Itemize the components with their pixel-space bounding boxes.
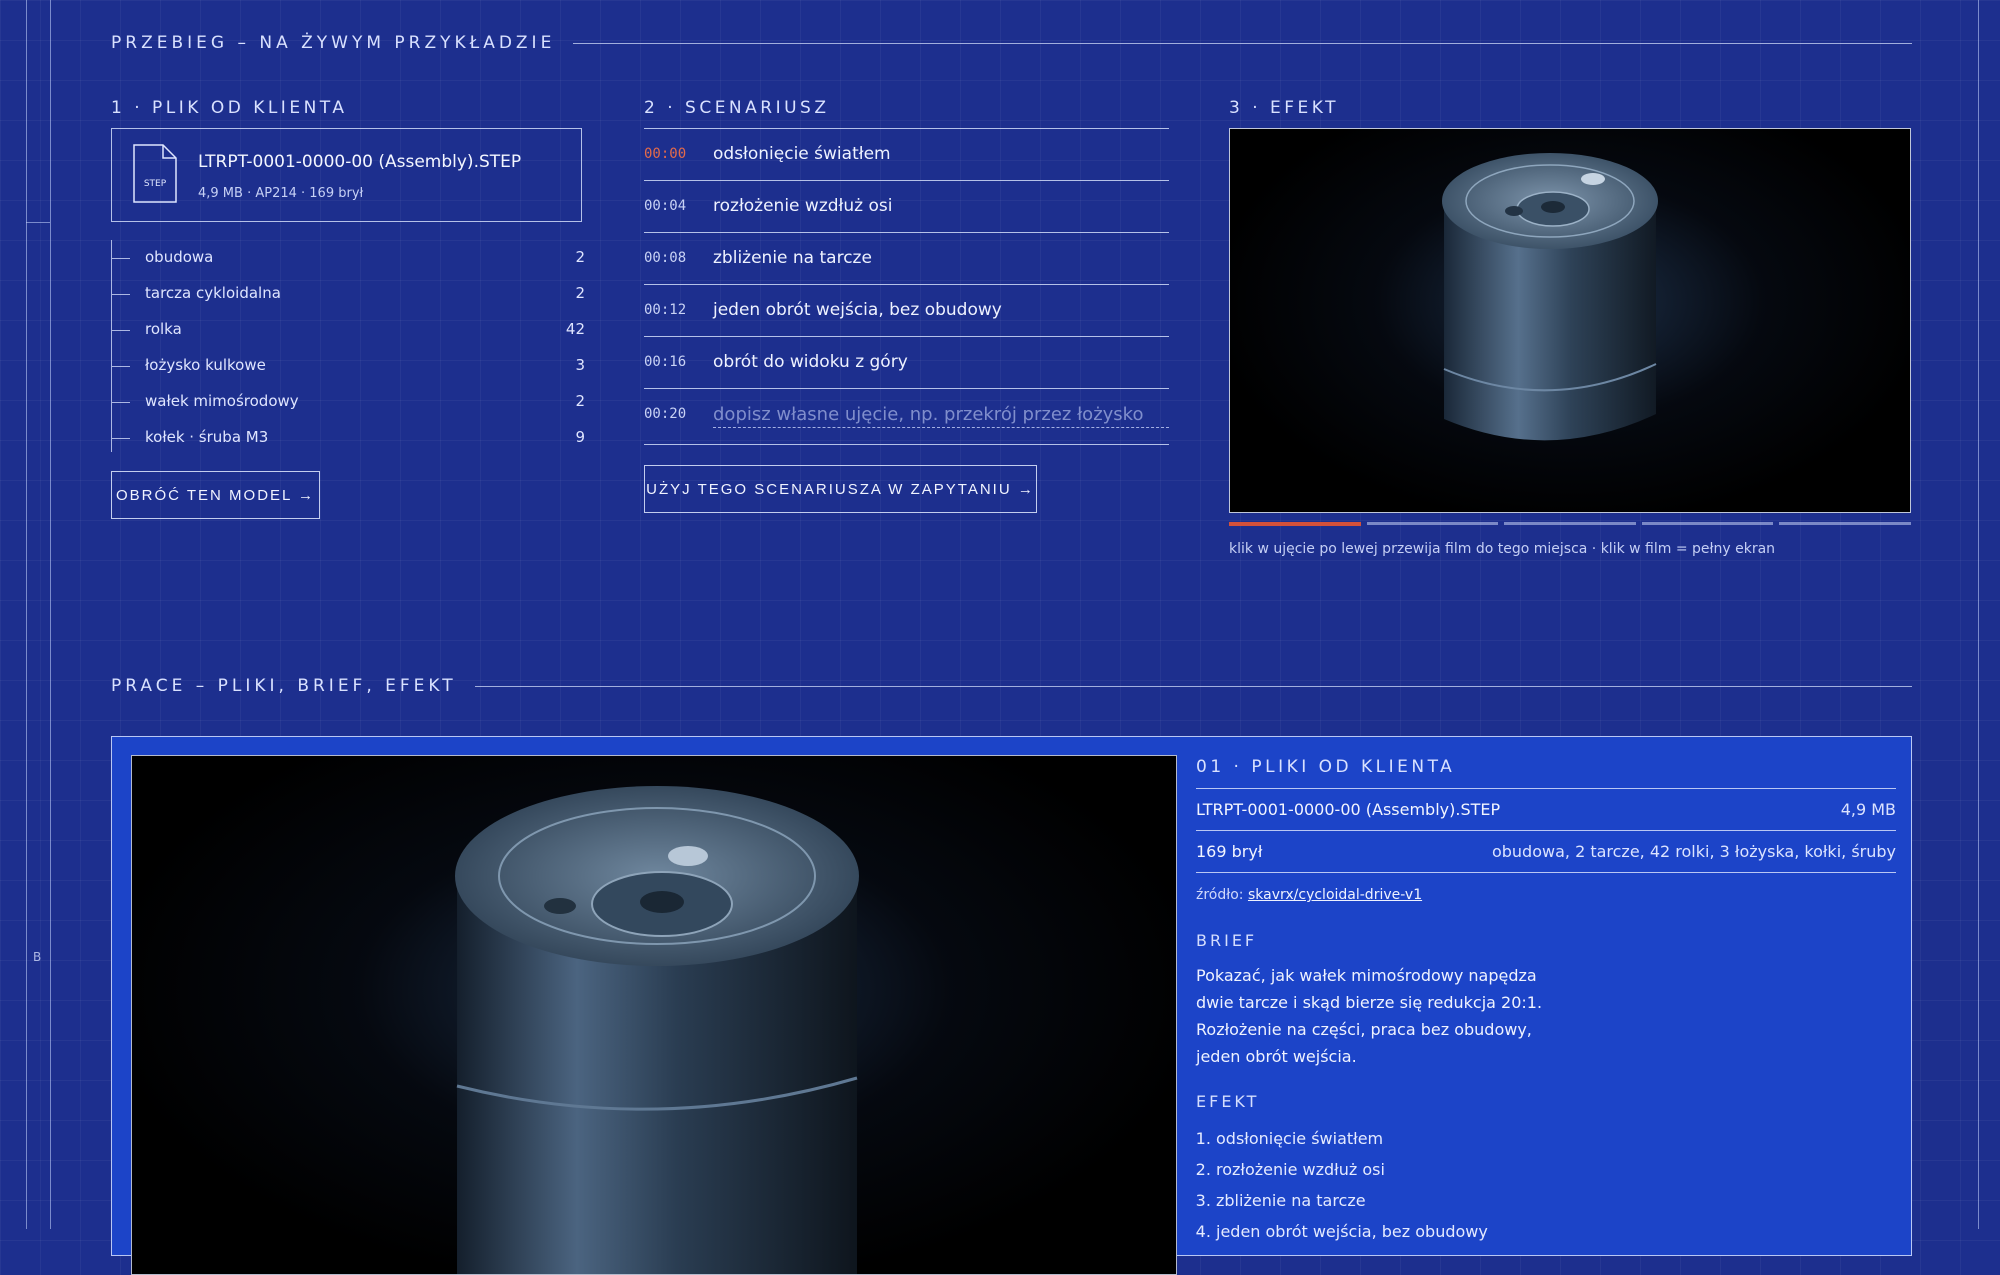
effect-title: EFEKT: [1196, 1092, 1260, 1111]
part-row: kołek · śruba M3 9: [112, 420, 585, 456]
section-title: PRACE – PLIKI, BRIEF, EFEKT: [111, 676, 457, 696]
brief-line: jeden obrót wejścia.: [1196, 1047, 1357, 1066]
column-label-file: 1 · PLIK OD KLIENTA: [111, 98, 348, 118]
part-count: 2: [575, 284, 585, 302]
use-scenario-button[interactable]: UŻYJ TEGO SCENARIUSZA W ZAPYTANIU →: [644, 465, 1037, 513]
part-count: 3: [575, 356, 585, 374]
cycloidal-drive-render: [1442, 153, 1658, 441]
shot-time: 00:04: [644, 198, 687, 214]
part-name: kołek · śruba M3: [145, 428, 269, 446]
section-header-przebieg: PRZEBIEG – NA ŻYWYM PRZYKŁADZIE: [111, 33, 1912, 53]
brief-line: Rozłożenie na części, praca bez obudowy,: [1196, 1020, 1532, 1039]
margin-line-right: [1978, 0, 1979, 1229]
section-header-prace: PRACE – PLIKI, BRIEF, EFEKT: [111, 676, 1912, 696]
video-hint: klik w ujęcie po lewej przewija film do …: [1229, 541, 1776, 557]
work-bodies-row: 169 brył obudowa, 2 tarcze, 42 rolki, 3 …: [1196, 831, 1896, 873]
scenario-shot[interactable]: 00:12 jeden obrót wejścia, bez obudowy: [644, 285, 1169, 337]
progress-segment[interactable]: [1779, 522, 1911, 525]
effect-list: odsłonięcie światłem rozłożenie wzdłuż o…: [1196, 1123, 1896, 1247]
effect-item: zbliżenie na tarcze: [1216, 1185, 1896, 1216]
shot-time: 00:00: [644, 146, 687, 162]
part-count: 9: [575, 428, 585, 446]
shot-desc: odsłonięcie światłem: [713, 144, 891, 164]
part-row: wałek mimośrodowy 2: [112, 384, 585, 420]
shot-desc: rozłożenie wzdłuż osi: [713, 196, 893, 216]
part-name: wałek mimośrodowy: [145, 392, 299, 410]
progress-segment[interactable]: [1366, 522, 1499, 525]
work-bodies: 169 brył: [1196, 842, 1263, 861]
part-count: 2: [575, 392, 585, 410]
shot-time: 00:08: [644, 250, 687, 266]
work-bodies-detail: obudowa, 2 tarcze, 42 rolki, 3 łożyska, …: [1491, 842, 1896, 861]
rotate-model-button[interactable]: OBRÓĆ TEN MODEL →: [111, 471, 320, 519]
shot-desc: obrót do widoku z góry: [713, 352, 908, 372]
effect-item: rozłożenie wzdłuż osi: [1216, 1154, 1896, 1185]
column-label-scenario: 2 · SCENARIUSZ: [644, 98, 830, 118]
effect-video[interactable]: [1229, 128, 1911, 513]
brief-line: dwie tarcze i skąd bierze się redukcja 2…: [1196, 993, 1543, 1012]
margin-row-letter: B: [33, 950, 42, 964]
part-name: rolka: [145, 320, 182, 338]
part-row: łożysko kulkowe 3: [112, 348, 585, 384]
brief-text: Pokazać, jak wałek mimośrodowy napędza d…: [1196, 962, 1896, 1070]
work-file-row: LTRPT-0001-0000-00 (Assembly).STEP 4,9 M…: [1196, 789, 1896, 831]
part-row: rolka 42: [112, 312, 585, 348]
new-shot-time: 00:20: [644, 406, 687, 422]
file-name: LTRPT-0001-0000-00 (Assembly).STEP: [198, 152, 522, 172]
part-row: tarcza cykloidalna 2: [112, 276, 585, 312]
part-count: 2: [575, 248, 585, 266]
effect-item: odsłonięcie światłem: [1216, 1123, 1896, 1154]
file-meta: 4,9 MB · AP214 · 169 brył: [198, 186, 364, 201]
parts-tree: obudowa 2 tarcza cykloidalna 2 rolka 42 łoż…: [111, 240, 585, 452]
work-title: 01 · PLIKI OD KLIENTA: [1196, 755, 1896, 789]
progress-segment[interactable]: [1504, 522, 1636, 525]
section-title: PRZEBIEG – NA ŻYWYM PRZYKŁADZIE: [111, 33, 556, 53]
scenario-shot[interactable]: 00:04 rozłożenie wzdłuż osi: [644, 181, 1169, 233]
margin-tick: [26, 222, 50, 223]
shot-time: 00:12: [644, 302, 687, 318]
brief-title: BRIEF: [1196, 931, 1258, 950]
step-file-icon: STEP: [133, 144, 177, 203]
part-name: obudowa: [145, 248, 214, 266]
part-row: obudowa 2: [112, 240, 585, 276]
custom-shot-input[interactable]: [713, 404, 1169, 428]
scenario-shot[interactable]: 00:00 odsłonięcie światłem: [644, 129, 1169, 181]
client-file-card[interactable]: STEP LTRPT-0001-0000-00 (Assembly).STEP …: [111, 128, 582, 222]
shot-desc: jeden obrót wejścia, bez obudowy: [713, 300, 1002, 320]
file-icon-text: STEP: [144, 179, 167, 189]
work-video[interactable]: [131, 755, 1177, 1275]
margin-line-outer: [26, 0, 27, 1229]
shot-desc: zbliżenie na tarcze: [713, 248, 872, 268]
work-card: 01 · PLIKI OD KLIENTA LTRPT-0001-0000-00…: [111, 736, 1912, 1275]
scenario-add-row: 00:20: [644, 389, 1169, 445]
work-source: źródło: skavrx/cycloidal-drive-v1: [1196, 887, 1896, 903]
source-link[interactable]: skavrx/cycloidal-drive-v1: [1248, 887, 1422, 903]
section-rule: [474, 685, 1912, 687]
section-rule: [573, 42, 1912, 44]
scenario-shot[interactable]: 00:16 obrót do widoku z góry: [644, 337, 1169, 389]
work-file-size: 4,9 MB: [1840, 800, 1896, 819]
source-label: źródło:: [1196, 887, 1244, 903]
progress-segment[interactable]: [1229, 522, 1361, 526]
part-count: 42: [565, 320, 585, 338]
part-name: łożysko kulkowe: [145, 356, 266, 374]
work-file-name: LTRPT-0001-0000-00 (Assembly).STEP: [1196, 800, 1501, 819]
scenario-list: 00:00 odsłonięcie światłem 00:04 rozłożeni…: [644, 128, 1169, 445]
brief-line: Pokazać, jak wałek mimośrodowy napędza: [1196, 966, 1537, 985]
shot-time: 00:16: [644, 354, 687, 370]
cycloidal-drive-closeup: [455, 786, 859, 1274]
column-label-effect: 3 · EFEKT: [1229, 98, 1340, 118]
part-name: tarcza cykloidalna: [145, 284, 281, 302]
progress-segment[interactable]: [1641, 522, 1774, 525]
effect-item: jeden obrót wejścia, bez obudowy: [1216, 1216, 1896, 1247]
scenario-shot[interactable]: 00:08 zbliżenie na tarcze: [644, 233, 1169, 285]
work-info: 01 · PLIKI OD KLIENTA LTRPT-0001-0000-00…: [1196, 755, 1896, 1247]
margin-line-inner: [50, 0, 51, 1229]
video-progress[interactable]: [1229, 522, 1911, 526]
